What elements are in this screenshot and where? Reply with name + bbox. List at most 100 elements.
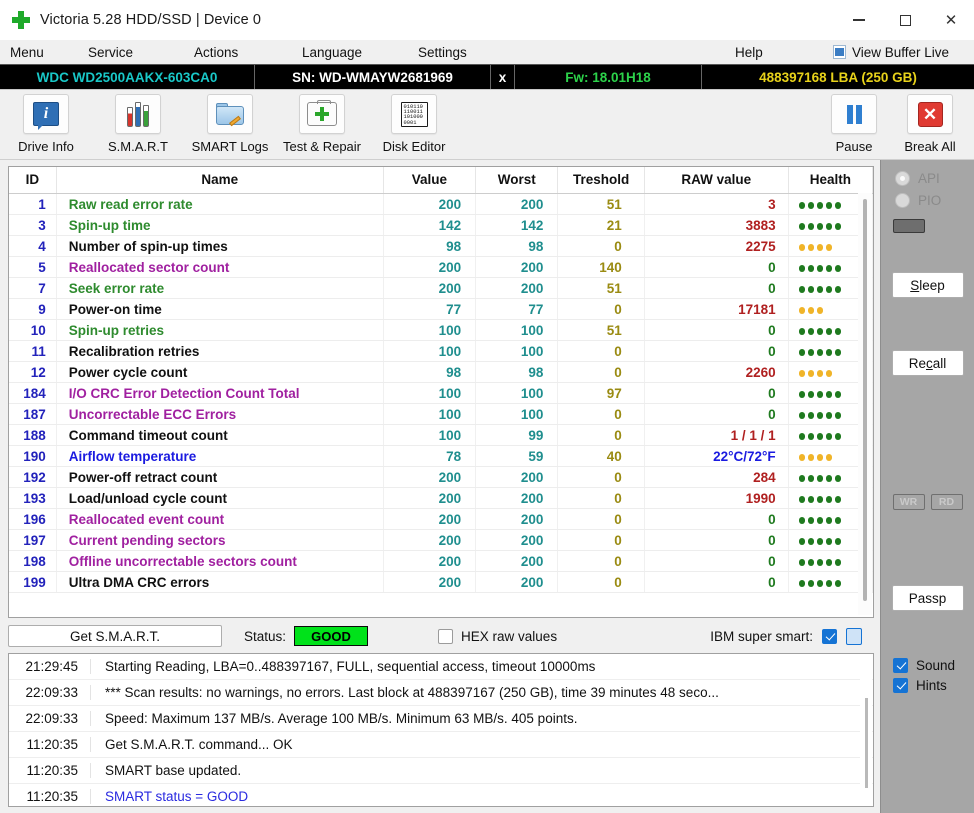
table-scrollbar-thumb[interactable] (863, 199, 867, 601)
column-header-raw-value[interactable]: RAW value (644, 167, 789, 194)
menu-item-service[interactable]: Service (88, 43, 133, 62)
table-row[interactable]: 10 Spin-up retries 100 100 51 0 (9, 319, 873, 341)
log-row[interactable]: 22:09:33 Speed: Maximum 137 MB/s. Average… (9, 706, 873, 732)
view-buffer-live-button[interactable]: View Buffer Live (833, 45, 949, 60)
log-panel[interactable]: 21:29:45 Starting Reading, LBA=0..4883971… (8, 653, 874, 807)
table-row[interactable]: 188 Command timeout count 100 99 0 1 / 1 / 1 (9, 424, 873, 446)
wr-button[interactable]: WR (892, 494, 925, 510)
sleep-button[interactable]: Sleep (891, 272, 964, 298)
table-row[interactable]: 4 Number of spin-up times 98 98 0 2275 (9, 235, 873, 257)
cell-threshold: 0 (557, 550, 645, 572)
port-selector-button[interactable] (893, 219, 925, 233)
sound-option[interactable]: Sound (881, 653, 974, 673)
table-row[interactable]: 9 Power-on time 77 77 0 17181 (9, 298, 873, 320)
table-row[interactable]: 193 Load/unload cycle count 200 200 0 1990 (9, 487, 873, 509)
cell-raw-value: 0 (644, 403, 789, 425)
column-header-value[interactable]: Value (383, 167, 477, 194)
cell-threshold: 0 (557, 571, 645, 593)
disk-editor-button[interactable]: 010110 110011 101000 0001 Disk Editor (368, 94, 460, 154)
log-row[interactable]: 22:09:33 *** Scan results: no warnings, n… (9, 680, 873, 706)
smart-logs-button[interactable]: SMART Logs (184, 94, 276, 154)
get-smart-button[interactable]: Get S.M.A.R.T. (8, 625, 222, 647)
cell-raw-value: 0 (644, 256, 789, 278)
column-header-health[interactable]: Health (788, 167, 873, 194)
menu-item-language[interactable]: Language (302, 43, 362, 62)
table-row[interactable]: 196 Reallocated event count 200 200 0 0 (9, 508, 873, 530)
health-dots-icon (798, 328, 842, 335)
cell-worst: 200 (475, 277, 559, 299)
recall-button[interactable]: Recall (891, 350, 964, 376)
table-row[interactable]: 3 Spin-up time 142 142 21 3883 (9, 214, 873, 236)
column-header-worst[interactable]: Worst (475, 167, 559, 194)
menu-bar: Menu Service Actions Language Settings H… (0, 40, 974, 64)
column-header-id[interactable]: ID (9, 167, 57, 194)
table-row[interactable]: 198 Offline uncorrectable sectors count 20… (9, 550, 873, 572)
hints-option[interactable]: Hints (881, 673, 974, 693)
table-row[interactable]: 1 Raw read error rate 200 200 51 3 (9, 193, 873, 215)
table-row[interactable]: 5 Reallocated sector count 200 200 140 0 (9, 256, 873, 278)
table-row[interactable]: 199 Ultra DMA CRC errors 200 200 0 0 (9, 571, 873, 593)
drive-clear-button[interactable]: x (491, 65, 515, 89)
cell-worst: 200 (475, 529, 559, 551)
sound-label: Sound (916, 658, 956, 673)
hex-raw-values-option[interactable]: HEX raw values (438, 628, 557, 644)
close-button[interactable]: ✕ (928, 0, 974, 40)
ibm-super-smart-option[interactable]: IBM super smart: (710, 627, 862, 645)
health-dots-icon (798, 370, 833, 377)
table-row[interactable]: 12 Power cycle count 98 98 0 2260 (9, 361, 873, 383)
minimize-button[interactable] (836, 0, 882, 40)
color-indicator-box[interactable] (846, 627, 862, 645)
menu-item-settings[interactable]: Settings (418, 43, 467, 62)
hex-raw-values-checkbox[interactable] (438, 628, 454, 644)
log-scrollbar[interactable] (860, 656, 872, 804)
log-scrollbar-thumb[interactable] (865, 698, 868, 788)
table-row[interactable]: 187 Uncorrectable ECC Errors 100 100 0 0 (9, 403, 873, 425)
cell-id: 7 (9, 277, 57, 299)
api-radio-button[interactable] (895, 170, 910, 186)
cell-raw-value: 284 (644, 466, 789, 488)
log-row[interactable]: 11:20:35 Get S.M.A.R.T. command... OK (9, 732, 873, 758)
smart-button[interactable]: S.M.A.R.T (92, 94, 184, 154)
drive-info-button[interactable]: i Drive Info (0, 94, 92, 154)
api-mode-option[interactable]: API (881, 167, 974, 189)
health-dots-icon (798, 349, 842, 356)
maximize-button[interactable] (882, 0, 928, 40)
table-row[interactable]: 11 Recalibration retries 100 100 0 0 (9, 340, 873, 362)
column-header-name[interactable]: Name (56, 167, 384, 194)
test-and-repair-button[interactable]: Test & Repair (276, 94, 368, 154)
sound-checkbox[interactable] (893, 658, 908, 673)
menu-item-actions[interactable]: Actions (194, 43, 238, 62)
smart-attributes-table-container: ID Name Value Worst Treshold RAW value H… (8, 166, 874, 618)
cell-worst: 100 (475, 319, 559, 341)
log-message: Get S.M.A.R.T. command... OK (105, 737, 293, 752)
log-row[interactable]: 11:20:35 SMART status = GOOD (9, 784, 873, 806)
log-row[interactable]: 21:29:45 Starting Reading, LBA=0..4883971… (9, 654, 873, 680)
cell-raw-value: 2275 (644, 235, 789, 257)
cell-name: Airflow temperature (56, 445, 384, 467)
table-row[interactable]: 7 Seek error rate 200 200 51 0 (9, 277, 873, 299)
ibm-super-smart-checkbox[interactable] (822, 628, 837, 644)
pause-button[interactable]: Pause (816, 94, 892, 154)
pio-radio-button[interactable] (895, 192, 910, 208)
rd-button[interactable]: RD (930, 494, 963, 510)
passport-button[interactable]: Passp (891, 585, 964, 611)
menu-item-menu[interactable]: Menu (10, 43, 44, 62)
break-all-button[interactable]: ✕ Break All (892, 94, 968, 154)
pio-mode-option[interactable]: PIO (881, 189, 974, 211)
right-control-panel: API PIO Sleep Recall WR RD Passp (880, 160, 974, 653)
table-row[interactable]: 197 Current pending sectors 200 200 0 0 (9, 529, 873, 551)
table-row[interactable]: 192 Power-off retract count 200 200 0 284 (9, 466, 873, 488)
first-aid-kit-icon (299, 94, 345, 134)
table-row[interactable]: 184 I/O CRC Error Detection Count Total 10… (9, 382, 873, 404)
table-row[interactable]: 190 Airflow temperature 78 59 40 22°C/72°F (9, 445, 873, 467)
menu-item-help[interactable]: Help (735, 43, 763, 62)
column-header-threshold[interactable]: Treshold (557, 167, 645, 194)
log-timestamp: 21:29:45 (9, 659, 91, 674)
cell-value: 200 (383, 277, 477, 299)
table-scrollbar[interactable] (858, 193, 872, 615)
cell-worst: 100 (475, 403, 559, 425)
cell-worst: 200 (475, 256, 559, 278)
log-row[interactable]: 11:20:35 SMART base updated. (9, 758, 873, 784)
cell-raw-value: 1 / 1 / 1 (644, 424, 789, 446)
hints-checkbox[interactable] (893, 678, 908, 693)
